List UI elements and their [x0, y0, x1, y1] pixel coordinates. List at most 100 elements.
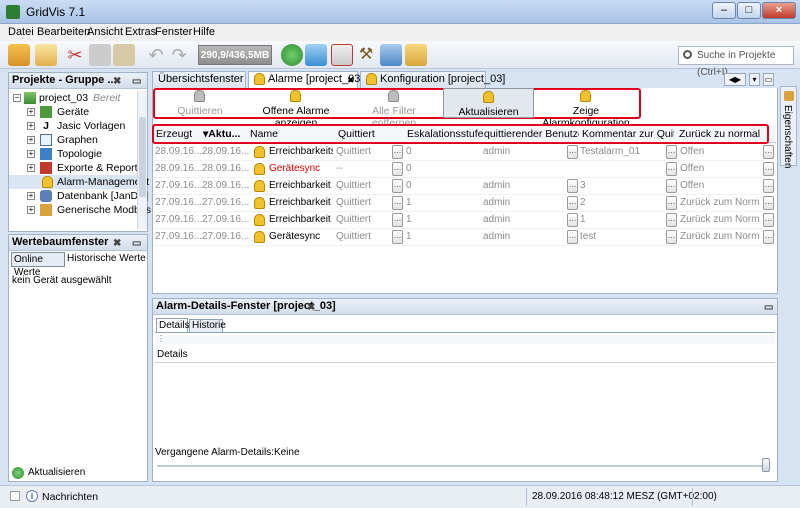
tab-online-werte[interactable]: Online Werte [11, 252, 65, 278]
info-icon[interactable]: i [26, 490, 38, 502]
table-row[interactable]: 27.09.16... 27.09.16... Erreichbarkeit Q… [153, 212, 774, 229]
normal-edit-button[interactable]: … [763, 179, 774, 193]
minimize-panel-icon[interactable]: ▭ [132, 74, 141, 89]
menu-bearbeiten[interactable]: Bearbeiten [37, 26, 90, 38]
benutzer-edit-button[interactable]: … [567, 213, 578, 227]
normal-edit-button[interactable]: … [763, 196, 774, 210]
import-icon[interactable] [331, 44, 353, 66]
close-tab-icon[interactable]: ✖ [307, 300, 315, 315]
undo-icon[interactable]: ↶ [145, 44, 167, 66]
kommentar-edit-button[interactable]: … [666, 179, 677, 193]
quittiert-edit-button[interactable]: … [392, 230, 403, 244]
tab-konfiguration[interactable]: Konfiguration [project_03] [360, 71, 505, 88]
details-slider-track[interactable] [157, 465, 763, 467]
close-button[interactable]: × [762, 2, 796, 19]
expand-icon[interactable]: + [27, 150, 35, 158]
minimize-panel-icon[interactable]: ▭ [132, 236, 141, 251]
expand-icon[interactable]: + [27, 136, 35, 144]
memory-indicator[interactable]: 290,9/436,5MB [198, 45, 272, 65]
table-row[interactable]: 28.09.16... 28.09.16... Gerätesync -- … … [153, 161, 774, 178]
quittiert-edit-button[interactable]: … [392, 213, 403, 227]
expand-icon[interactable]: + [27, 122, 35, 130]
side-tab-eigenschaften[interactable]: Eigenschaften [780, 86, 797, 168]
menu-fenster[interactable]: Fenster [155, 26, 192, 38]
menu-ansicht[interactable]: Ansicht [87, 26, 123, 38]
quittiert-edit-button[interactable]: … [392, 162, 403, 176]
tools-icon[interactable]: ⚒ [355, 44, 377, 66]
close-tab-icon[interactable]: ✖ [113, 236, 121, 251]
tree-item-alarm-management[interactable]: Alarm-Management [9, 175, 149, 189]
minimize-panel-icon[interactable]: ▭ [764, 300, 773, 315]
collapse-icon[interactable]: − [13, 94, 21, 102]
details-grip[interactable]: ⋮ [155, 335, 775, 344]
menu-hilfe[interactable]: Hilfe [193, 26, 215, 38]
table-row[interactable]: 28.09.16... 28.09.16... Erreichbarkeitst… [153, 144, 774, 161]
expand-icon[interactable]: + [27, 108, 35, 116]
kommentar-edit-button[interactable]: … [666, 162, 677, 176]
menu-extras[interactable]: Extras [125, 26, 156, 38]
benutzer-edit-button[interactable]: … [567, 179, 578, 193]
user-icon[interactable] [380, 44, 402, 66]
quittiert-edit-button[interactable]: … [392, 179, 403, 193]
user-management-icon[interactable] [405, 44, 427, 66]
tab-historie[interactable]: Historie [189, 319, 226, 332]
redo-icon[interactable]: ↷ [168, 44, 190, 66]
kommentar-edit-button[interactable]: … [666, 145, 677, 159]
table-row[interactable]: 27.09.16... 28.09.16... Erreichbarkeit Q… [153, 178, 774, 195]
sync-icon[interactable] [281, 44, 303, 66]
cut-icon[interactable]: ✂ [64, 44, 86, 66]
aktualisieren-button[interactable]: Aktualisieren [443, 88, 534, 118]
expand-icon[interactable]: + [27, 192, 35, 200]
alarmkonfiguration-button[interactable]: Zeige Alarmkonfiguration [536, 88, 636, 129]
cell-aktu: 28.09.16... [202, 146, 250, 157]
tab-scroll-icon[interactable]: ◀▶ [724, 73, 746, 86]
details-slider-thumb[interactable] [762, 458, 770, 472]
paste-icon[interactable] [113, 44, 135, 66]
quittiert-edit-button[interactable]: … [392, 145, 403, 159]
device-icon[interactable] [305, 44, 327, 66]
kommentar-edit-button[interactable]: … [666, 213, 677, 227]
close-tab-icon[interactable]: ✖ [113, 74, 121, 89]
maximize-editor-icon[interactable]: ▭ [763, 73, 774, 86]
new-project-icon[interactable] [8, 44, 30, 66]
cell-aktu: 28.09.16... [202, 163, 250, 174]
scroll-thumb[interactable] [139, 117, 146, 197]
benutzer-edit-button[interactable]: … [567, 230, 578, 244]
project-state: Bereit [93, 92, 121, 104]
messages-label[interactable]: Nachrichten [42, 491, 98, 503]
tab-historische-werte[interactable]: Historische Werte [67, 253, 146, 264]
quittieren-button[interactable]: Quittieren [158, 88, 242, 118]
normal-edit-button[interactable]: … [763, 230, 774, 244]
normal-edit-button[interactable]: … [763, 162, 774, 176]
normal-edit-button[interactable]: … [763, 145, 774, 159]
table-row[interactable]: 27.09.16... 27.09.16... Gerätesync Quitt… [153, 229, 774, 246]
minimize-button[interactable]: – [712, 2, 736, 19]
open-project-icon[interactable] [35, 44, 57, 66]
tree-scrollbar[interactable] [137, 91, 147, 229]
offene-alarme-button[interactable]: Offene Alarme anzeigen [244, 88, 348, 129]
benutzer-edit-button[interactable]: … [567, 196, 578, 210]
tab-label: Konfiguration [project_03] [380, 73, 506, 85]
expand-icon[interactable]: + [27, 164, 35, 172]
normal-edit-button[interactable]: … [763, 213, 774, 227]
table-row[interactable]: 27.09.16... 27.09.16... Erreichbarkeit Q… [153, 195, 774, 212]
cell-quittiert: Quittiert [336, 146, 372, 157]
tab-label: Übersichtsfenster [158, 73, 244, 85]
tab-alarme[interactable]: Alarme [project_03] ✖ [248, 71, 363, 88]
copy-icon[interactable] [89, 44, 111, 66]
benutzer-edit-button[interactable]: … [567, 145, 578, 159]
filter-entfernen-button[interactable]: Alle Filter entfernen [350, 88, 438, 129]
tab-details[interactable]: Details [156, 318, 190, 332]
close-tab-icon[interactable]: ✖ [347, 73, 355, 88]
tree-item-label: Datenbank [JanDB] [57, 190, 149, 202]
search-input[interactable]: Suche in Projekte (Ctrl+I) [678, 46, 794, 78]
maximize-button[interactable]: □ [737, 2, 761, 19]
tab-uebersicht[interactable]: Übersichtsfenster [152, 71, 246, 88]
output-window-icon[interactable] [10, 491, 20, 501]
kommentar-edit-button[interactable]: … [666, 230, 677, 244]
menu-datei[interactable]: Datei [8, 26, 34, 38]
tab-list-icon[interactable]: ▾ [749, 73, 760, 86]
quittiert-edit-button[interactable]: … [392, 196, 403, 210]
expand-icon[interactable]: + [27, 206, 35, 214]
kommentar-edit-button[interactable]: … [666, 196, 677, 210]
